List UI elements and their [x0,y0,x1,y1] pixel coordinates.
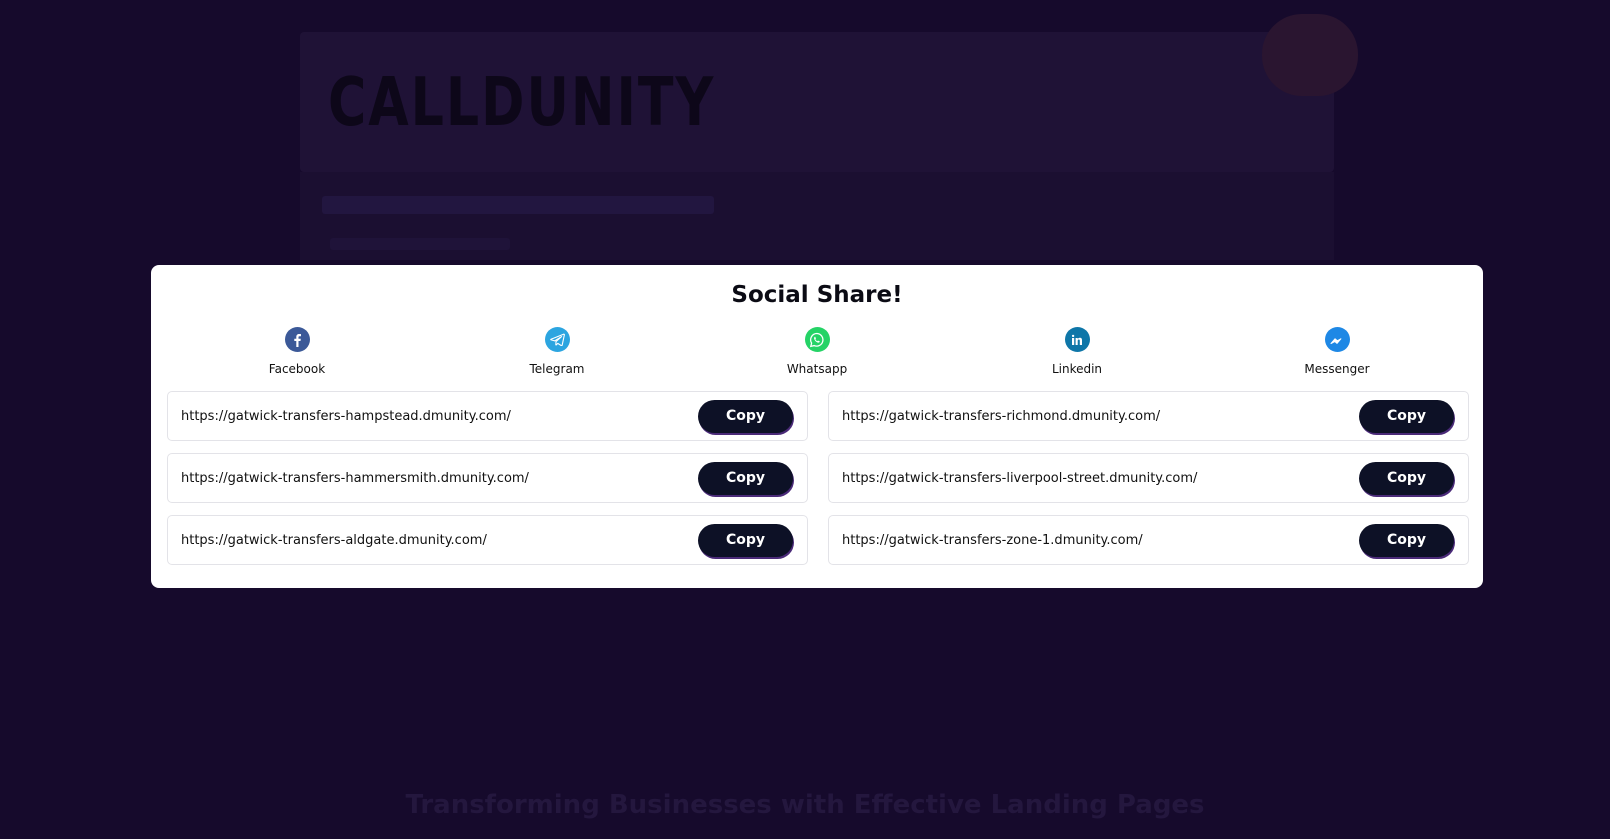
social-share-options: Facebook Telegram Whatsapp Linkedin Mess… [167,327,1467,377]
share-telegram[interactable]: Telegram [427,327,687,377]
copy-button[interactable]: Copy [698,523,793,557]
social-label: Facebook [268,362,326,376]
background-logo: CALLDUNITY [328,62,716,142]
share-link-url: https://gatwick-transfers-aldgate.dmunit… [181,532,487,548]
copy-button[interactable]: Copy [1359,523,1454,557]
social-label: Telegram [529,362,585,376]
modal-title: Social Share! [731,282,903,308]
background-avatar [1262,14,1358,96]
share-whatsapp[interactable]: Whatsapp [687,327,947,377]
share-facebook[interactable]: Facebook [167,327,427,377]
copy-button[interactable]: Copy [1359,461,1454,495]
facebook-icon[interactable] [284,327,310,352]
copy-button[interactable]: Copy [698,461,793,495]
background-text-line [330,238,510,250]
telegram-icon[interactable] [544,327,570,352]
social-share-modal: Social Share! Facebook Telegram Whatsapp… [151,265,1483,588]
share-link-row: https://gatwick-transfers-aldgate.dmunit… [167,515,808,565]
share-link-row: https://gatwick-transfers-hammersmith.dm… [167,453,808,503]
share-linkedin[interactable]: Linkedin [947,327,1207,377]
copy-button[interactable]: Copy [1359,399,1454,433]
social-label: Linkedin [1051,362,1103,376]
share-link-url: https://gatwick-transfers-hammersmith.dm… [181,470,529,486]
linkedin-icon[interactable] [1064,327,1090,352]
share-link-url: https://gatwick-transfers-liverpool-stre… [842,470,1198,486]
background-section-title: Transforming Businesses with Effective L… [405,790,1205,820]
share-link-row: https://gatwick-transfers-hampstead.dmun… [167,391,808,441]
share-link-url: https://gatwick-transfers-richmond.dmuni… [842,408,1161,424]
share-link-row: https://gatwick-transfers-zone-1.dmunity… [828,515,1469,565]
social-label: Whatsapp [786,362,848,376]
share-link-row: https://gatwick-transfers-richmond.dmuni… [828,391,1469,441]
social-label: Messenger [1304,362,1370,376]
share-link-row: https://gatwick-transfers-liverpool-stre… [828,453,1469,503]
whatsapp-icon[interactable] [804,327,830,352]
share-link-url: https://gatwick-transfers-hampstead.dmun… [181,408,511,424]
share-link-url: https://gatwick-transfers-zone-1.dmunity… [842,532,1143,548]
copy-button[interactable]: Copy [698,399,793,433]
background-text-line [322,196,714,214]
messenger-icon[interactable] [1324,327,1350,352]
share-messenger[interactable]: Messenger [1207,327,1467,377]
share-links-grid: https://gatwick-transfers-hampstead.dmun… [167,391,1469,565]
